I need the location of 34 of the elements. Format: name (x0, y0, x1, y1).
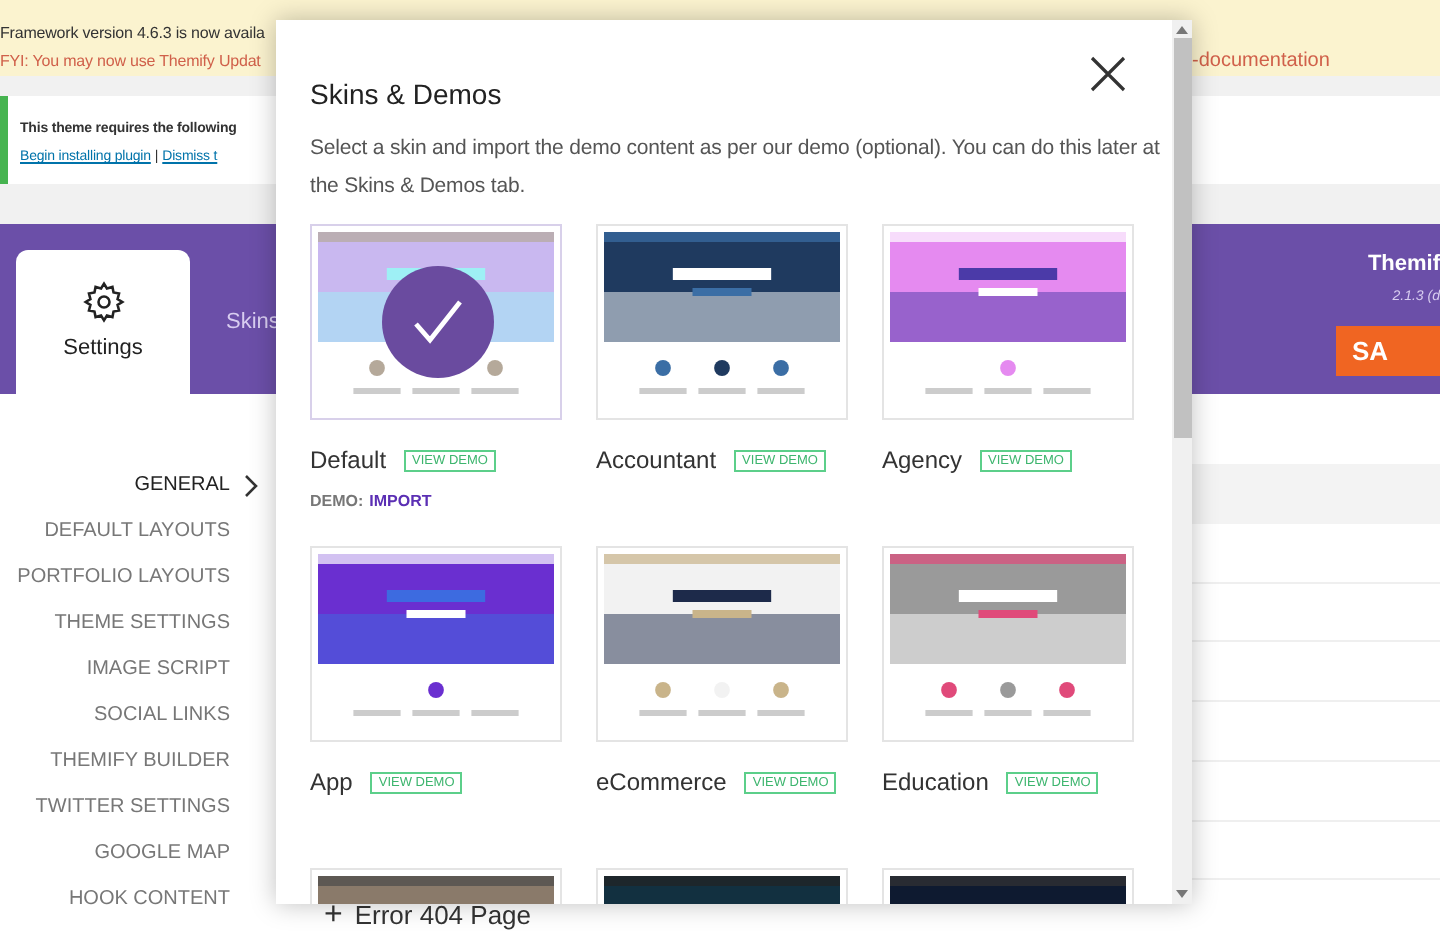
add-row-label[interactable]: Error 404 Page (354, 896, 532, 936)
menu-item[interactable]: IMAGE SCRIPT (86, 654, 230, 684)
menu-item[interactable]: THEME SETTINGS (54, 608, 230, 638)
header-tab[interactable]: Settings (16, 250, 190, 394)
chevron-icon (244, 473, 260, 497)
skin-name: Agency (882, 444, 963, 478)
skin-name: App (310, 766, 353, 800)
menu-item[interactable]: PORTFOLIO LAYOUTS (17, 562, 230, 592)
product-name: Themif (1367, 250, 1440, 280)
menu-item[interactable]: DEFAULT LAYOUTS (44, 516, 230, 546)
menu-item[interactable]: TWITTER SETTINGS (35, 792, 230, 822)
menu-item[interactable]: GOOGLE MAP (94, 838, 230, 868)
menu-item[interactable]: GENERAL (134, 470, 230, 500)
selected-check-icon (382, 266, 494, 378)
save-button[interactable]: SA (1336, 326, 1440, 376)
modal-title: Skins & Demos (310, 76, 504, 114)
plus-icon[interactable]: + (324, 900, 343, 933)
skin-name: Education (882, 766, 989, 800)
notice-text: Framework version 4.6.3 is now availa (0, 22, 265, 46)
scrollbar[interactable] (1172, 20, 1192, 904)
import-link[interactable]: IMPORT (369, 490, 432, 514)
menu-item[interactable]: HOOK CONTENT (68, 884, 230, 914)
notice-text: FYI: You may now use Themify Updat (0, 50, 261, 74)
modal-description: Select a skin and import the demo content as per our demo (optional). You can do this later at the Skins & Demos tab. (310, 134, 1160, 202)
scroll-down-icon[interactable] (1176, 888, 1188, 900)
skin-name: Accountant (596, 444, 717, 478)
menu-item[interactable]: THEMIFY BUILDER (50, 746, 230, 776)
skin-name: Default (310, 444, 387, 478)
close-button[interactable] (1088, 54, 1128, 94)
menu-item[interactable]: SOCIAL LINKS (94, 700, 230, 730)
demo-label: DEMO: (310, 490, 364, 514)
notice-link[interactable]: -documentation (1192, 48, 1330, 76)
scroll-thumb[interactable] (1173, 38, 1191, 438)
skin-name: eCommerce (596, 766, 727, 800)
